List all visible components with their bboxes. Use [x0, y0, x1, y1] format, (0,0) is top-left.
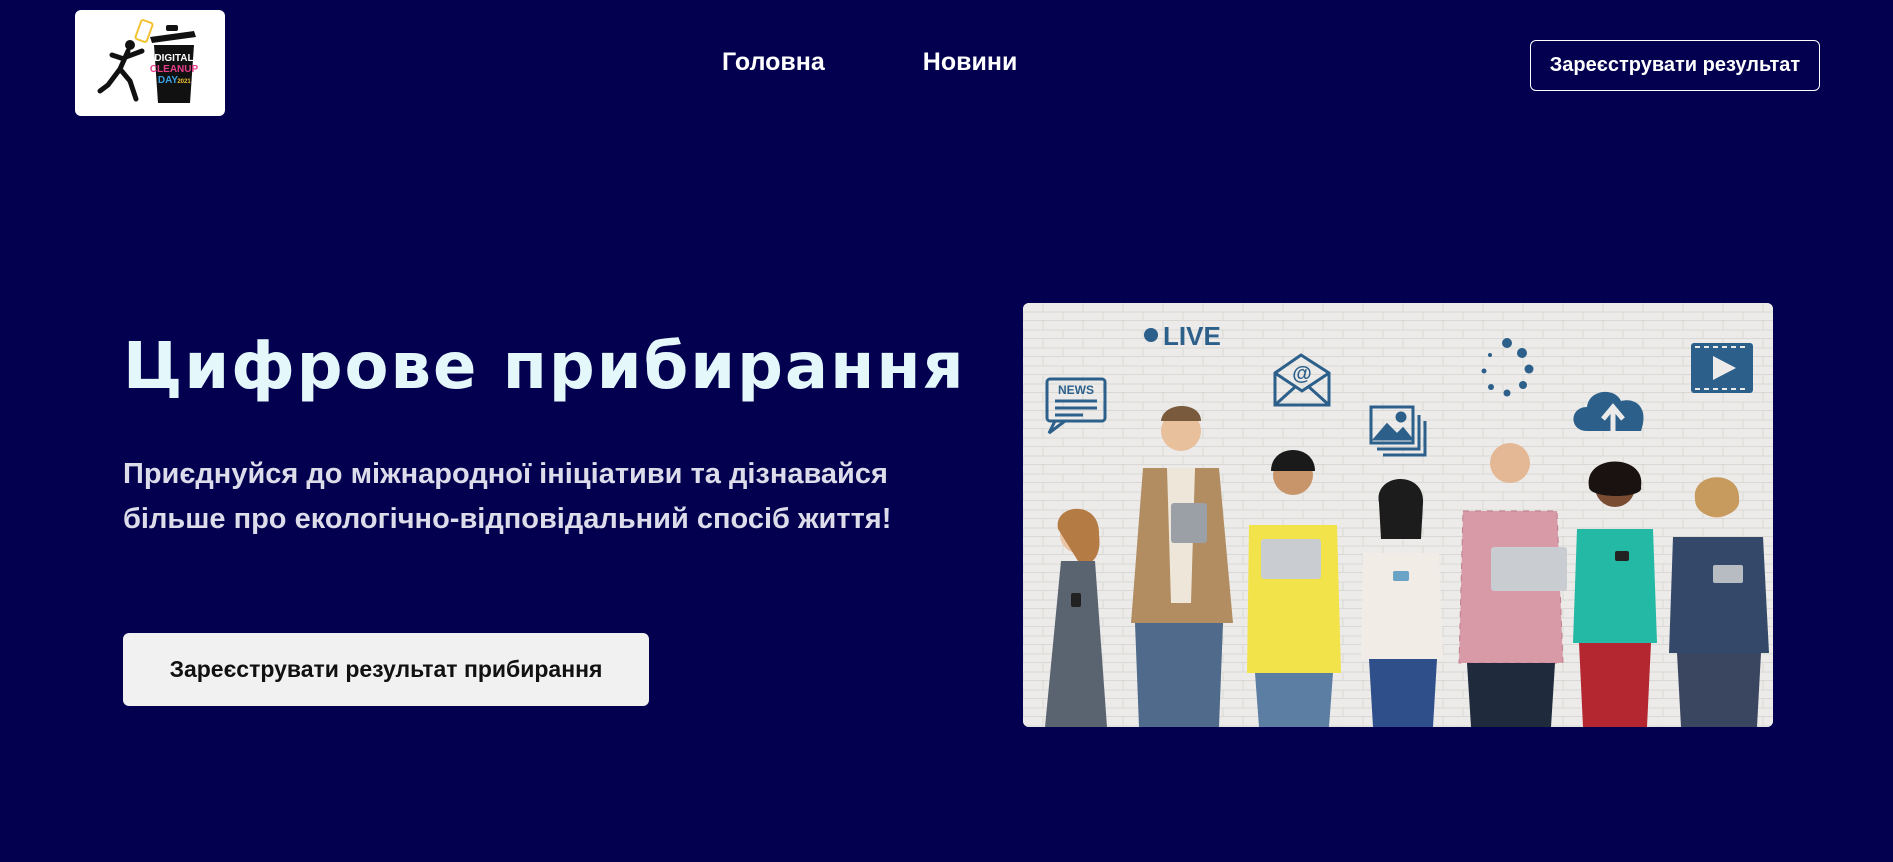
svg-text:DIGITAL: DIGITAL [154, 53, 193, 64]
hero-image: NEWS LIVE @ [1023, 303, 1773, 727]
hero-subtitle: Приєднуйся до міжнародної ініціативи та … [123, 458, 892, 535]
svg-text:DAY: DAY [158, 75, 179, 86]
digital-cleanup-day-logo: DIGITAL CLEANUP DAY 2021 [97, 19, 199, 103]
svg-text:2021: 2021 [177, 79, 191, 85]
svg-text:CLEANUP: CLEANUP [150, 64, 199, 75]
site-logo[interactable]: DIGITAL CLEANUP DAY 2021 [75, 10, 225, 116]
register-result-button[interactable]: Зареєструвати результат [1530, 40, 1820, 91]
main-nav: Головна Новини [722, 48, 1017, 77]
nav-link-news[interactable]: Новини [923, 48, 1018, 77]
nav-link-home[interactable]: Головна [722, 48, 825, 77]
hero-title: Цифрове прибирання [123, 330, 966, 404]
video-icon [1691, 343, 1753, 393]
people-with-devices-illustration: NEWS LIVE @ [1023, 303, 1773, 727]
register-cleanup-button[interactable]: Зареєструвати результат прибирання [123, 633, 649, 706]
svg-text:LIVE: LIVE [1163, 321, 1221, 351]
svg-text:@: @ [1292, 363, 1312, 385]
svg-text:NEWS: NEWS [1058, 383, 1094, 397]
